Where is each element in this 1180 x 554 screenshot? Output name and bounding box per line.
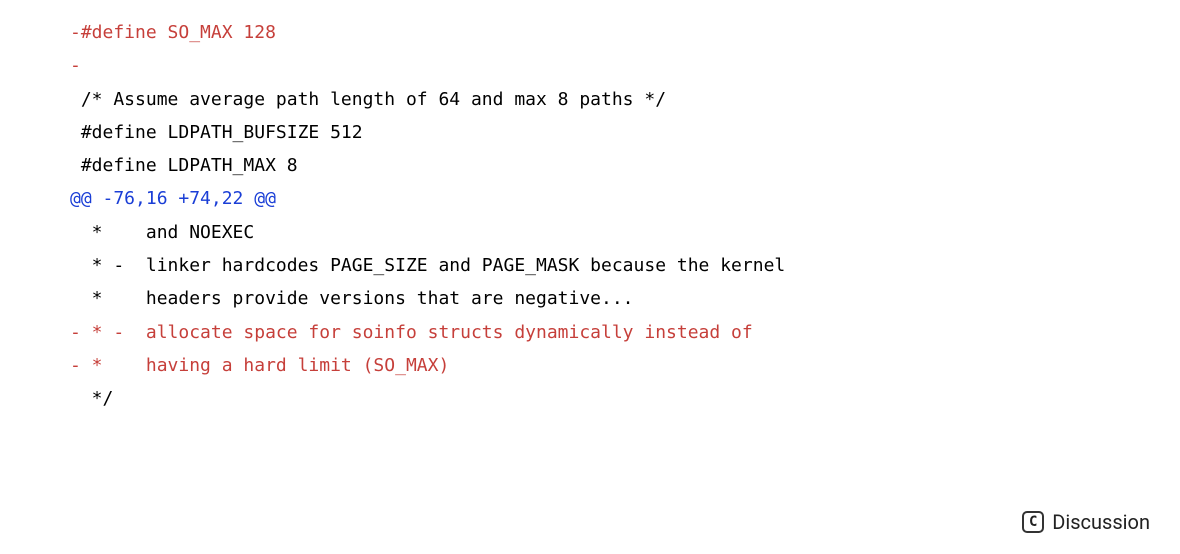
diff-line-context: * and NOEXEC: [70, 216, 1180, 249]
discussion-button[interactable]: C Discussion: [1016, 506, 1156, 538]
discussion-label: Discussion: [1052, 510, 1150, 534]
diff-hunk-header: @@ -76,16 +74,22 @@: [70, 182, 1180, 215]
diff-line-context: * - linker hardcodes PAGE_SIZE and PAGE_…: [70, 249, 1180, 282]
diff-line-deleted: -: [70, 49, 1180, 82]
diff-line-context: * headers provide versions that are nega…: [70, 282, 1180, 315]
diff-line-deleted: - * having a hard limit (SO_MAX): [70, 349, 1180, 382]
diff-line-context: */: [70, 382, 1180, 415]
diff-block: -#define SO_MAX 128 - /* Assume average …: [70, 16, 1180, 416]
diff-line-context: #define LDPATH_MAX 8: [70, 149, 1180, 182]
diff-line-context: /* Assume average path length of 64 and …: [70, 83, 1180, 116]
diff-line-context: #define LDPATH_BUFSIZE 512: [70, 116, 1180, 149]
diff-line-deleted: - * - allocate space for soinfo structs …: [70, 316, 1180, 349]
diff-line-deleted: -#define SO_MAX 128: [70, 16, 1180, 49]
discussion-icon: C: [1022, 511, 1044, 533]
